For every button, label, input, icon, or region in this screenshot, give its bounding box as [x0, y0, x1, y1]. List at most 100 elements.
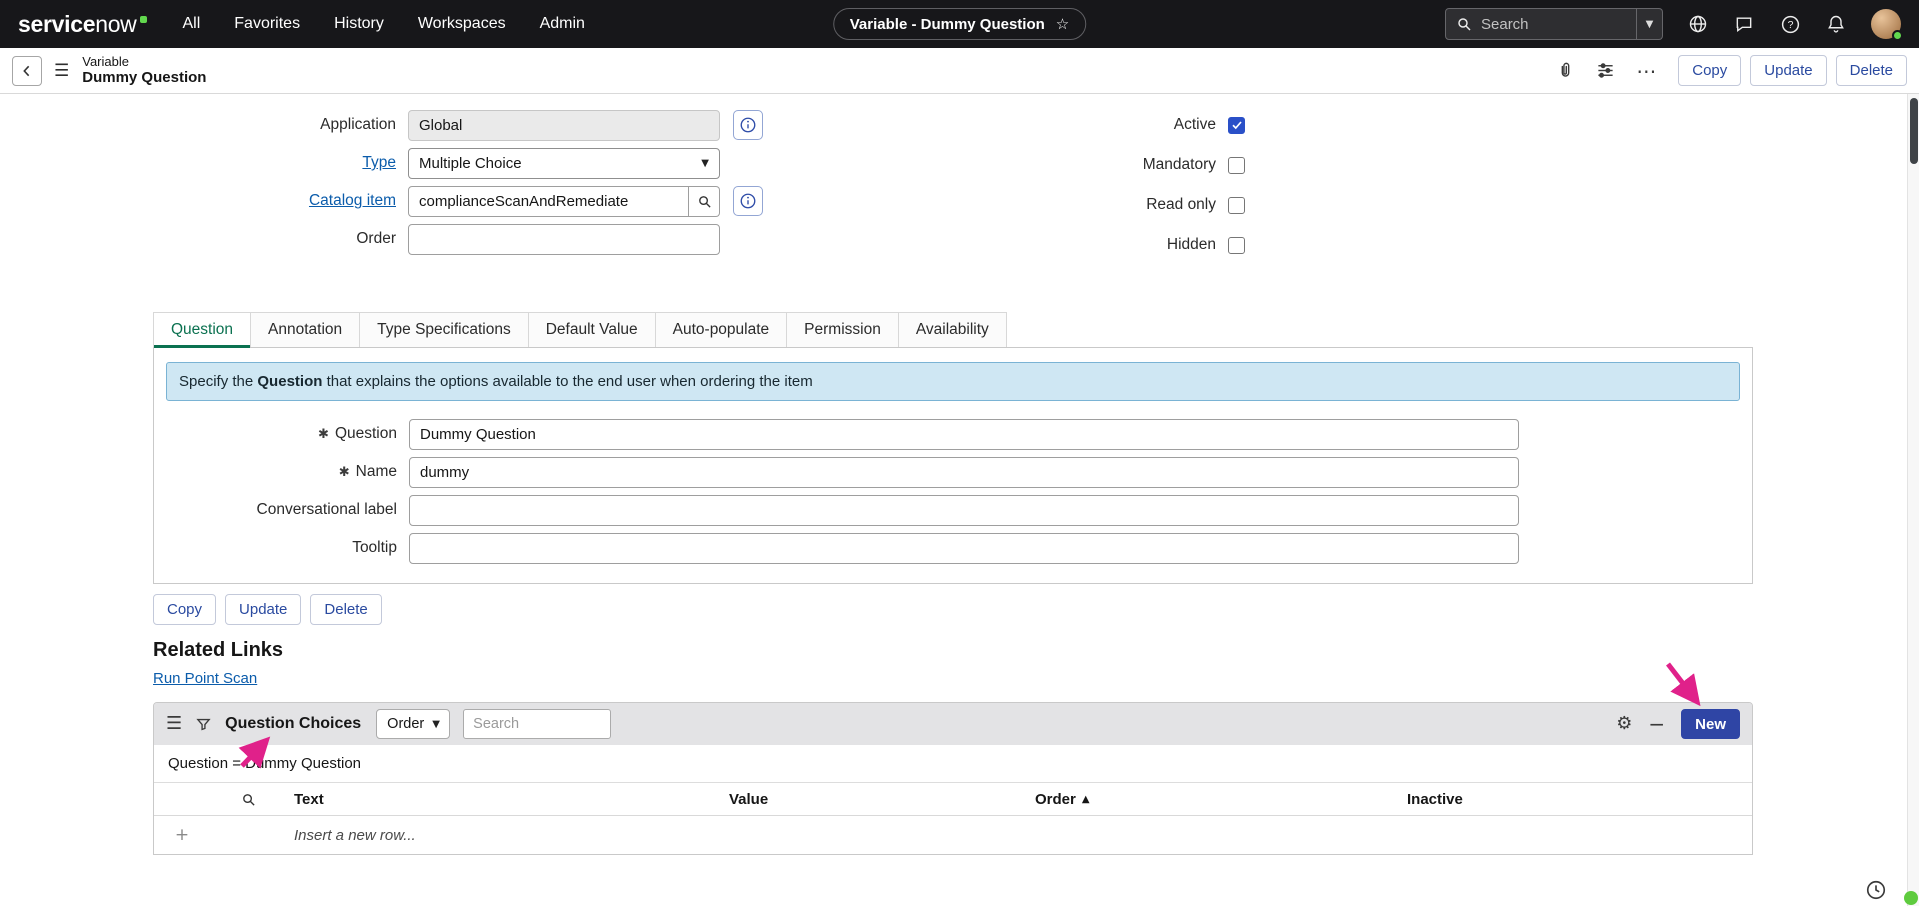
tab-auto-populate[interactable]: Auto-populate [656, 312, 788, 347]
chat-icon[interactable] [1733, 13, 1755, 35]
record-buttons: Copy Update Delete [1678, 55, 1907, 86]
tab-default-value[interactable]: Default Value [529, 312, 656, 347]
menu-all[interactable]: All [183, 15, 201, 33]
back-button[interactable] [12, 56, 42, 86]
user-avatar[interactable] [1871, 9, 1901, 39]
list-breadcrumb[interactable]: Question = Dummy Question [154, 745, 1752, 783]
copy-button[interactable]: Copy [1678, 55, 1741, 86]
footer-delete-button[interactable]: Delete [310, 594, 381, 625]
presence-status-dot [1892, 30, 1903, 41]
list-collapse-icon[interactable]: − [1648, 714, 1665, 734]
form-checkbox-column: Active Mandatory Read only Hidden [820, 106, 1245, 266]
menu-workspaces[interactable]: Workspaces [418, 15, 506, 33]
tab-type-specifications[interactable]: Type Specifications [360, 312, 529, 347]
notifications-bell-icon[interactable] [1825, 13, 1847, 35]
column-header-value[interactable]: Value [721, 791, 1027, 808]
personalize-form-icon[interactable] [1596, 61, 1615, 80]
form-context-menu-icon[interactable]: ☰ [54, 61, 69, 81]
insert-row-plus-icon[interactable]: + [154, 825, 210, 845]
check-icon [1231, 119, 1243, 131]
context-pill[interactable]: Variable - Dummy Question ☆ [833, 8, 1087, 40]
search-scope-button[interactable]: ▼ [1637, 8, 1663, 40]
new-button[interactable]: New [1681, 709, 1740, 739]
form-body: Application Type Multiple Choice ▼ Catal… [0, 94, 1907, 855]
run-point-scan-link[interactable]: Run Point Scan [153, 670, 257, 687]
globe-icon[interactable] [1687, 13, 1709, 35]
list-search-field-select[interactable]: Order ▼ [376, 709, 450, 739]
name-label: ✱Name [154, 463, 409, 481]
form-footer-actions: Copy Update Delete [153, 594, 1907, 625]
record-name: Dummy Question [82, 69, 206, 87]
insert-row-text: Insert a new row... [286, 827, 721, 844]
menu-history[interactable]: History [334, 15, 384, 33]
list-title: Question Choices [225, 715, 361, 733]
tab-question[interactable]: Question [153, 312, 251, 347]
record-header-bar: ☰ Variable Dummy Question ⋯ Copy Update … [0, 48, 1919, 94]
more-options-icon[interactable]: ⋯ [1636, 59, 1656, 83]
menu-admin[interactable]: Admin [540, 15, 585, 33]
application-label: Application [0, 116, 408, 134]
info-banner: Specify the Question that explains the o… [166, 362, 1740, 401]
help-glyph: ? [1787, 19, 1793, 31]
list-context-menu-icon[interactable]: ☰ [166, 715, 182, 733]
column-search-icon[interactable] [210, 792, 286, 807]
servicenow-logo[interactable]: servicenow [18, 11, 147, 38]
list-search-input[interactable] [463, 709, 611, 739]
column-header-order[interactable]: Order ▲ [1027, 791, 1399, 808]
footer-copy-button[interactable]: Copy [153, 594, 216, 625]
scrollbar-thumb[interactable] [1910, 98, 1918, 164]
tooltip-input[interactable] [409, 533, 1519, 564]
name-input[interactable] [409, 457, 1519, 488]
attachment-paperclip-icon[interactable] [1556, 61, 1575, 80]
logo-green-mark [140, 16, 147, 23]
active-checkbox[interactable] [1228, 117, 1245, 134]
hidden-checkbox[interactable] [1228, 237, 1245, 254]
mandatory-checkbox[interactable] [1228, 157, 1245, 174]
question-choices-list: ☰ Question Choices Order ▼ ⚙ − New Quest… [153, 702, 1753, 855]
type-select[interactable]: Multiple Choice ▼ [408, 148, 720, 179]
catalog-item-input[interactable] [408, 186, 689, 217]
list-filter-icon[interactable] [195, 716, 212, 733]
help-icon[interactable]: ? [1779, 13, 1801, 35]
tab-question-label: Question [171, 321, 233, 339]
question-input[interactable] [409, 419, 1519, 450]
tab-availability[interactable]: Availability [899, 312, 1007, 347]
list-search-field-value: Order [387, 716, 424, 732]
update-button[interactable]: Update [1750, 55, 1826, 86]
banner-text-suffix: that explains the options available to t… [322, 373, 812, 390]
tab-annotation-label: Annotation [268, 321, 342, 339]
tab-permission[interactable]: Permission [787, 312, 899, 347]
favorite-star-icon[interactable]: ☆ [1056, 15, 1069, 33]
search-icon [1456, 16, 1472, 32]
global-search-box[interactable] [1445, 8, 1637, 40]
related-links-heading: Related Links [153, 639, 1907, 662]
context-pill-label: Variable - Dummy Question [850, 16, 1045, 33]
catalog-item-reference [408, 186, 720, 217]
footer-update-button[interactable]: Update [225, 594, 301, 625]
order-input[interactable] [408, 224, 720, 255]
column-header-order-label: Order [1035, 791, 1076, 808]
main-menu: All Favorites History Workspaces Admin [183, 15, 585, 33]
global-search-input[interactable] [1481, 16, 1626, 33]
response-time-clock-icon[interactable] [1862, 876, 1890, 904]
column-header-inactive[interactable]: Inactive [1399, 791, 1752, 808]
tab-annotation[interactable]: Annotation [251, 312, 360, 347]
application-info-button[interactable] [733, 110, 763, 140]
catalog-item-info-button[interactable] [733, 186, 763, 216]
banner-text-bold: Question [257, 373, 322, 390]
catalog-item-lookup-button[interactable] [689, 186, 720, 217]
global-search: ▼ [1445, 8, 1663, 40]
tab-auto-populate-label: Auto-populate [673, 321, 770, 339]
insert-row[interactable]: + Insert a new row... [154, 816, 1752, 854]
catalog-item-label-link[interactable]: Catalog item [0, 192, 408, 210]
type-label-link[interactable]: Type [0, 154, 408, 172]
read-only-checkbox[interactable] [1228, 197, 1245, 214]
delete-button[interactable]: Delete [1836, 55, 1907, 86]
application-input[interactable] [408, 110, 720, 141]
page-scrollbar[interactable] [1907, 94, 1919, 906]
tab-default-value-label: Default Value [546, 321, 638, 339]
menu-favorites[interactable]: Favorites [234, 15, 300, 33]
list-settings-gear-icon[interactable]: ⚙ [1616, 715, 1632, 733]
conversational-label-input[interactable] [409, 495, 1519, 526]
column-header-text[interactable]: Text [286, 791, 721, 808]
